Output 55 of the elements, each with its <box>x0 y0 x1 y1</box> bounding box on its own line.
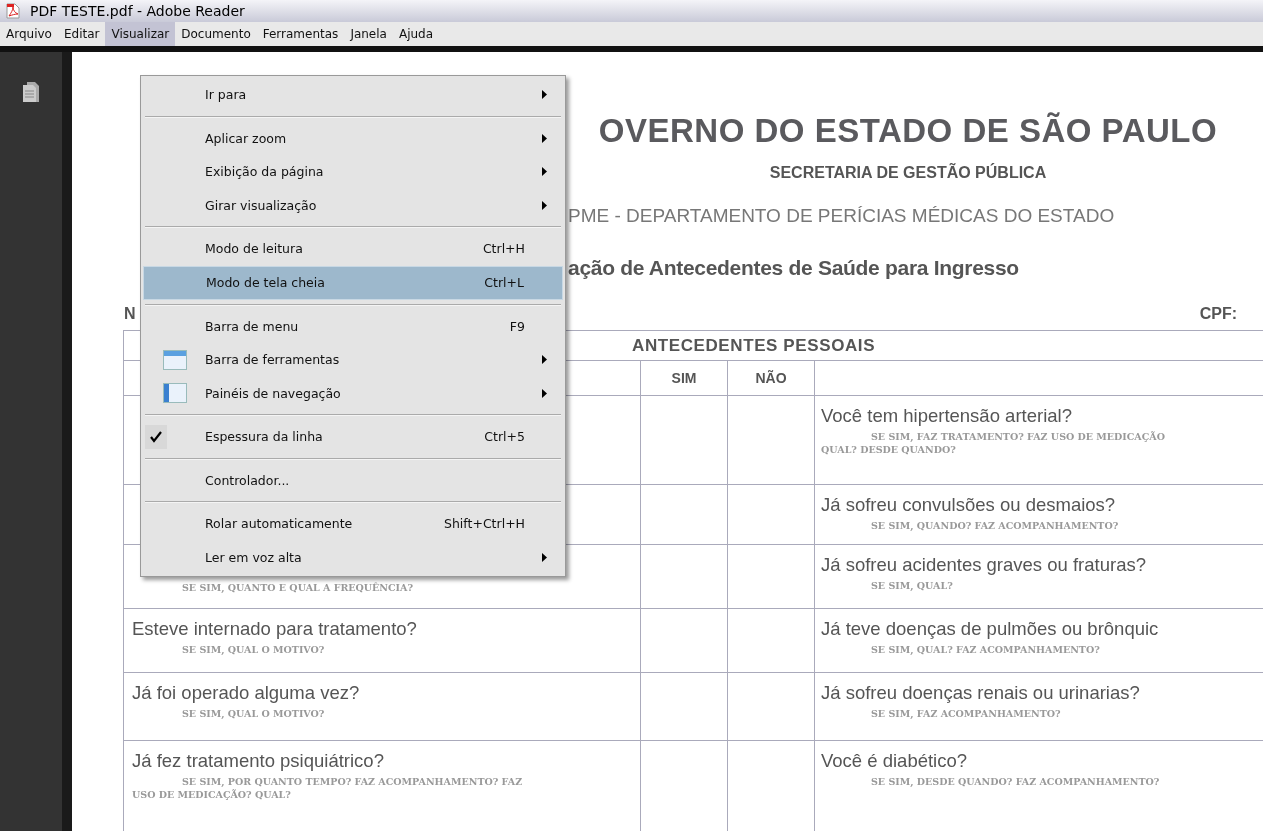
menu-bar-item[interactable]: Ajuda <box>392 22 440 46</box>
menu-item[interactable]: Modo de tela cheia Ctrl+L <box>143 265 563 300</box>
question-text: Já fez tratamento psiquiátrico? <box>132 750 385 772</box>
menu-item[interactable]: Painéis de navegação <box>143 376 563 410</box>
question-note: SE SIM, POR QUANTO TEMPO? FAZ ACOMPANHAMENTO? FAZ <box>181 776 524 787</box>
menu-bar-item[interactable]: Ferramentas <box>256 22 345 46</box>
menu-item[interactable]: Aplicar zoom <box>143 121 563 155</box>
question-note: SE SIM, QUAL O MOTIVO? <box>181 708 326 719</box>
question-text: Já teve doenças de pulmões ou brônquic <box>821 618 1160 640</box>
question-text: Já foi operado alguma vez? <box>132 682 361 704</box>
menu-bar-item[interactable]: Janela <box>344 22 393 46</box>
menu-bar-item[interactable]: Documento <box>175 22 257 46</box>
question-text: Esteve internado para tratamento? <box>132 618 418 640</box>
question-note: SE SIM, QUAL? FAZ ACOMPANHAMENTO? <box>870 644 1101 655</box>
question-note: SE SIM, QUAL O MOTIVO? <box>181 644 326 655</box>
document-heading: OVERNO DO ESTADO DE SÃO PAULO <box>597 112 1219 150</box>
form-title: ação de Antecedentes de Saúde para Ingresso <box>568 256 1020 280</box>
column-header: NÃO <box>755 370 787 386</box>
question-text: Já sofreu acidentes graves ou fraturas? <box>821 554 1147 576</box>
panel-icon <box>163 383 187 404</box>
table-title: ANTECEDENTES PESSOAIS <box>632 335 876 356</box>
pdf-file-icon <box>6 3 20 19</box>
cpf-label: CPF: <box>1199 305 1237 323</box>
toolbar-icon <box>163 349 187 370</box>
menu-item[interactable]: Barra de menu F9 <box>143 309 563 343</box>
menu-item[interactable]: Controlador... <box>143 463 563 497</box>
department-line: PME - DEPARTAMENTO DE PERÍCIAS MÉDICAS DO ESTADO <box>568 205 1116 227</box>
menu-bar-item[interactable]: Arquivo <box>0 22 58 46</box>
name-label: N <box>124 305 136 323</box>
question-note: SE SIM, QUANDO? FAZ ACOMPANHAMENTO? <box>870 520 1120 531</box>
question-note: USO DE MEDICAÇÃO? QUAL? <box>132 789 292 800</box>
question-text: Você é diabético? <box>821 750 969 772</box>
window-title: PDF TESTE.pdf - Adobe Reader <box>30 3 245 19</box>
pages-icon[interactable] <box>23 82 39 102</box>
menu-bar-item[interactable]: Visualizar <box>105 22 176 46</box>
question-text: Já sofreu doenças renais ou urinarias? <box>821 682 1141 704</box>
column-header: SIM <box>671 370 697 386</box>
question-text: Já sofreu convulsões ou desmaios? <box>821 494 1117 516</box>
menu-item[interactable]: Girar visualização <box>143 188 563 222</box>
menu-item[interactable]: Exibição da página <box>143 155 563 189</box>
menu-bar-item[interactable]: Editar <box>57 22 106 46</box>
menu-item[interactable]: Espessura da linha Ctrl+5 <box>143 420 563 454</box>
menu-item[interactable]: Rolar automaticamente Shift+Ctrl+H <box>143 507 563 541</box>
question-note: SE SIM, FAZ ACOMPANHAMENTO? <box>870 708 1062 719</box>
question-note: SE SIM, QUANTO E QUAL A FREQUÊNCIA? <box>181 582 414 593</box>
question-text: Você tem hipertensão arterial? <box>821 405 1073 427</box>
menu-item[interactable]: Ler em voz alta <box>143 540 563 574</box>
question-note: SE SIM, FAZ TRATAMENTO? FAZ USO DE MEDICAÇÃO <box>870 431 1166 442</box>
menu-item[interactable]: Barra de ferramentas <box>143 343 563 377</box>
menu-item[interactable]: Modo de leitura Ctrl+H <box>143 232 563 266</box>
question-note: QUAL? DESDE QUANDO? <box>821 444 957 455</box>
menu-item[interactable]: Ir para <box>143 78 563 112</box>
question-note: SE SIM, QUAL? <box>870 580 954 591</box>
question-note: SE SIM, DESDE QUANDO? FAZ ACOMPANHAMENTO? <box>870 776 1161 787</box>
document-subheading: SECRETARIA DE GESTÃO PÚBLICA <box>768 164 1048 182</box>
